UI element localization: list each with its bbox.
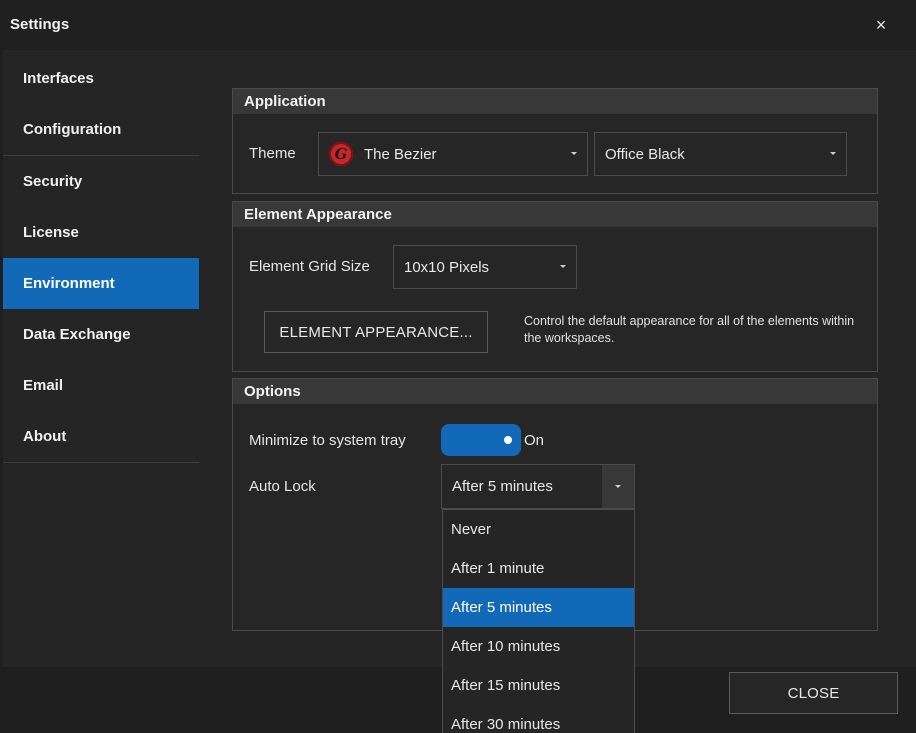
title-bar: Settings × bbox=[0, 0, 916, 50]
auto-lock-label: Auto Lock bbox=[249, 478, 316, 495]
theme-label: Theme bbox=[249, 145, 296, 162]
sidebar: Interfaces Configuration Security Licens… bbox=[3, 53, 199, 463]
sidebar-item-about[interactable]: About bbox=[3, 411, 199, 462]
sidebar-divider bbox=[3, 462, 199, 463]
chevron-down-icon bbox=[560, 265, 566, 268]
sidebar-item-configuration[interactable]: Configuration bbox=[3, 104, 199, 155]
sidebar-item-email[interactable]: Email bbox=[3, 360, 199, 411]
theme-select[interactable]: G The Bezier bbox=[318, 132, 588, 176]
chevron-down-icon bbox=[571, 152, 577, 155]
window-title: Settings bbox=[10, 16, 70, 33]
chevron-down-icon bbox=[615, 484, 621, 488]
theme-select-value: The Bezier bbox=[364, 145, 437, 163]
sidebar-item-license[interactable]: License bbox=[3, 207, 199, 258]
auto-lock-option-5-minutes[interactable]: After 5 minutes bbox=[443, 588, 634, 627]
close-button[interactable]: CLOSE bbox=[729, 672, 898, 714]
sidebar-item-interfaces[interactable]: Interfaces bbox=[3, 53, 199, 104]
element-appearance-description: Control the default appearance for all o… bbox=[524, 314, 855, 345]
grid-size-select[interactable]: 10x10 Pixels bbox=[393, 245, 577, 289]
element-appearance-header: Element Appearance bbox=[233, 202, 877, 227]
application-header: Application bbox=[233, 89, 877, 114]
auto-lock-option-never[interactable]: Never bbox=[443, 510, 634, 549]
auto-lock-option-30-minutes[interactable]: After 30 minutes bbox=[443, 705, 634, 733]
toggle-knob bbox=[504, 436, 512, 444]
bezier-logo-icon: G bbox=[329, 142, 353, 166]
auto-lock-select[interactable]: After 5 minutes bbox=[441, 464, 635, 509]
minimize-tray-state: On bbox=[524, 432, 545, 449]
auto-lock-option-1-minute[interactable]: After 1 minute bbox=[443, 549, 634, 588]
element-appearance-button[interactable]: ELEMENT APPEARANCE... bbox=[264, 311, 488, 353]
grid-size-value: 10x10 Pixels bbox=[404, 258, 490, 276]
auto-lock-option-10-minutes[interactable]: After 10 minutes bbox=[443, 627, 634, 666]
minimize-tray-toggle[interactable] bbox=[441, 424, 521, 456]
sidebar-item-security[interactable]: Security bbox=[3, 156, 199, 207]
auto-lock-value: After 5 minutes bbox=[452, 478, 553, 495]
sidebar-item-environment[interactable]: Environment bbox=[3, 258, 199, 309]
chevron-down-icon bbox=[830, 152, 836, 155]
grid-size-label: Element Grid Size bbox=[249, 258, 370, 275]
auto-lock-option-15-minutes[interactable]: After 15 minutes bbox=[443, 666, 634, 705]
sidebar-item-data-exchange[interactable]: Data Exchange bbox=[3, 309, 199, 360]
style-select[interactable]: Office Black bbox=[594, 132, 847, 176]
minimize-tray-label: Minimize to system tray bbox=[249, 432, 406, 449]
style-select-value: Office Black bbox=[605, 145, 685, 163]
close-icon[interactable]: × bbox=[868, 12, 894, 38]
auto-lock-dropdown-list: Never After 1 minute After 5 minutes Aft… bbox=[442, 509, 635, 733]
options-header: Options bbox=[233, 379, 877, 404]
